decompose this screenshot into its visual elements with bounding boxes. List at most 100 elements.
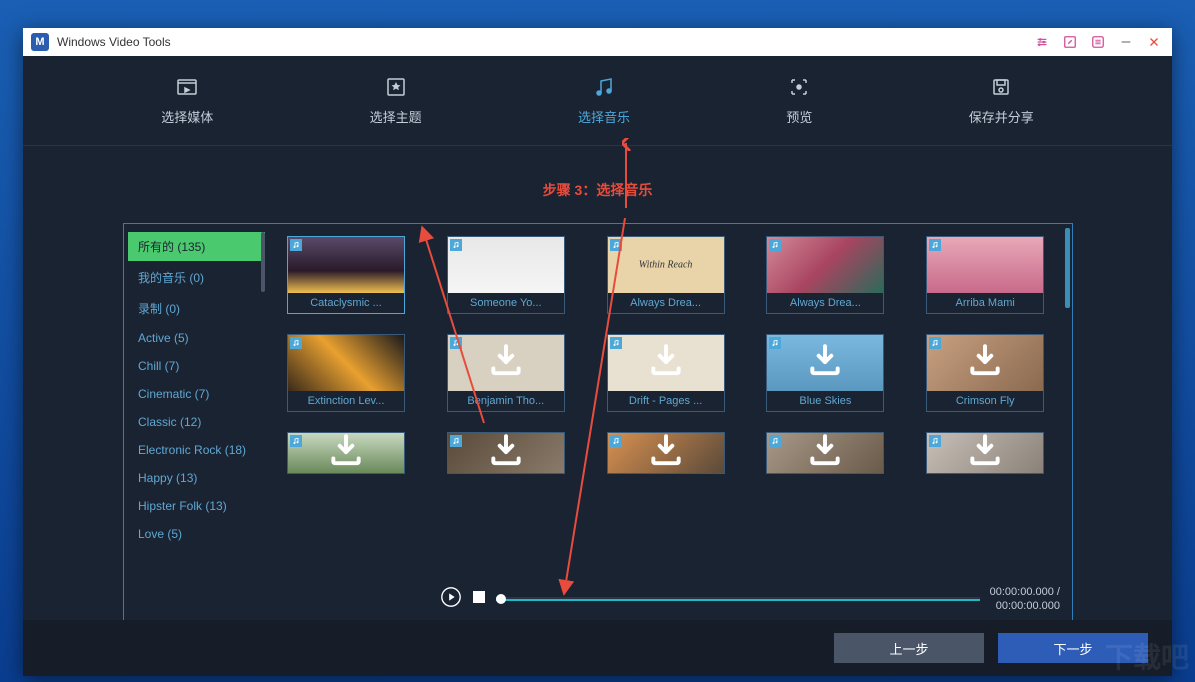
track-thumbnail [288, 433, 404, 473]
sidebar-item-3[interactable]: Active (5) [128, 325, 265, 351]
music-icon [592, 75, 616, 99]
track-card-3[interactable]: Always Drea... [766, 236, 884, 314]
music-badge-icon [290, 337, 302, 349]
track-thumbnail [767, 335, 883, 391]
download-icon [966, 432, 1004, 475]
track-thumbnail [448, 237, 564, 293]
download-icon [487, 342, 525, 385]
track-thumbnail [608, 433, 724, 473]
nav-save-share[interactable]: 保存并分享 [969, 75, 1034, 126]
sidebar-item-10[interactable]: Love (5) [128, 521, 265, 547]
step-annotation: 步骤 3：选择音乐 [543, 180, 653, 200]
media-icon [175, 75, 199, 99]
content-panel: 所有的 (135)我的音乐 (0)录制 (0)Active (5)Chill (… [123, 223, 1073, 623]
app-window: M Windows Video Tools 选择媒体 选择主题 选择音乐 预览 [23, 28, 1172, 676]
theme-icon [384, 75, 408, 99]
track-card-14[interactable] [926, 432, 1044, 474]
top-nav: 选择媒体 选择主题 选择音乐 预览 保存并分享 [23, 56, 1172, 146]
sidebar-item-4[interactable]: Chill (7) [128, 353, 265, 379]
track-label: Always Drea... [767, 293, 883, 313]
prev-button[interactable]: 上一步 [834, 633, 984, 663]
track-card-4[interactable]: Arriba Mami [926, 236, 1044, 314]
close-button[interactable] [1144, 32, 1164, 52]
download-icon [647, 432, 685, 475]
nav-label: 选择音乐 [578, 107, 630, 126]
track-thumbnail: Within Reach [608, 237, 724, 293]
music-badge-icon [450, 435, 462, 447]
sidebar-item-8[interactable]: Happy (13) [128, 465, 265, 491]
track-label: Cataclysmic ... [288, 293, 404, 313]
music-badge-icon [929, 239, 941, 251]
category-sidebar: 所有的 (135)我的音乐 (0)录制 (0)Active (5)Chill (… [124, 224, 269, 622]
minimize-button[interactable] [1116, 32, 1136, 52]
music-badge-icon [929, 435, 941, 447]
track-card-12[interactable] [607, 432, 725, 474]
titlebar: M Windows Video Tools [23, 28, 1172, 56]
sidebar-item-7[interactable]: Electronic Rock (18) [128, 437, 265, 463]
download-icon [647, 342, 685, 385]
track-card-5[interactable]: Extinction Lev... [287, 334, 405, 412]
nav-select-theme[interactable]: 选择主题 [370, 75, 422, 126]
track-card-11[interactable] [447, 432, 565, 474]
track-thumbnail [448, 433, 564, 473]
music-badge-icon [610, 435, 622, 447]
sidebar-item-6[interactable]: Classic (12) [128, 409, 265, 435]
footer: 上一步 下一步 [23, 620, 1172, 676]
download-icon [966, 342, 1004, 385]
nav-label: 预览 [786, 107, 812, 126]
track-card-9[interactable]: Crimson Fly [926, 334, 1044, 412]
download-icon [806, 432, 844, 475]
sidebar-item-2[interactable]: 录制 (0) [128, 294, 265, 323]
track-thumbnail [927, 237, 1043, 293]
track-label: Arriba Mami [927, 293, 1043, 313]
stop-button[interactable] [472, 590, 486, 609]
track-card-2[interactable]: Within ReachAlways Drea... [607, 236, 725, 314]
track-card-0[interactable]: Cataclysmic ... [287, 236, 405, 314]
sidebar-item-1[interactable]: 我的音乐 (0) [128, 263, 265, 292]
download-icon [487, 432, 525, 475]
nav-label: 选择媒体 [161, 107, 213, 126]
track-label: Always Drea... [608, 293, 724, 313]
track-thumbnail [288, 335, 404, 391]
music-badge-icon [290, 239, 302, 251]
music-badge-icon [610, 239, 622, 251]
music-badge-icon [929, 337, 941, 349]
music-badge-icon [769, 239, 781, 251]
sidebar-item-9[interactable]: Hipster Folk (13) [128, 493, 265, 519]
track-thumbnail [608, 335, 724, 391]
grid-scrollbar[interactable] [1065, 228, 1070, 308]
list-icon[interactable] [1088, 32, 1108, 52]
titlebar-right [1032, 32, 1164, 52]
sidebar-item-5[interactable]: Cinematic (7) [128, 381, 265, 407]
nav-select-music[interactable]: 选择音乐 [578, 75, 630, 126]
titlebar-left: M Windows Video Tools [31, 33, 171, 51]
track-thumbnail [927, 433, 1043, 473]
track-card-8[interactable]: Blue Skies [766, 334, 884, 412]
track-card-7[interactable]: Drift - Pages ... [607, 334, 725, 412]
music-badge-icon [769, 337, 781, 349]
time-display: 00:00:00.000 / 00:00:00.000 [990, 585, 1060, 614]
play-button[interactable] [440, 586, 462, 613]
settings-icon[interactable] [1032, 32, 1052, 52]
sidebar-item-0[interactable]: 所有的 (135) [128, 232, 265, 261]
audio-player: 00:00:00.000 / 00:00:00.000 [432, 576, 1068, 622]
track-card-1[interactable]: Someone Yo... [447, 236, 565, 314]
nav-select-media[interactable]: 选择媒体 [161, 75, 213, 126]
save-icon [989, 75, 1013, 99]
annotation-arrow-up [616, 138, 636, 218]
sidebar-scrollbar[interactable] [261, 232, 265, 292]
track-card-6[interactable]: Benjamin Tho... [447, 334, 565, 412]
progress-bar[interactable] [496, 597, 980, 601]
track-grid-area: Cataclysmic ... Someone Yo... Within Reach… [269, 224, 1072, 622]
next-button[interactable]: 下一步 [998, 633, 1148, 663]
nav-label: 选择主题 [370, 107, 422, 126]
app-title: Windows Video Tools [57, 35, 171, 49]
nav-preview[interactable]: 预览 [786, 75, 812, 126]
track-card-10[interactable] [287, 432, 405, 474]
track-label: Drift - Pages ... [608, 391, 724, 411]
track-card-13[interactable] [766, 432, 884, 474]
track-label: Benjamin Tho... [448, 391, 564, 411]
edit-icon[interactable] [1060, 32, 1080, 52]
track-label: Someone Yo... [448, 293, 564, 313]
progress-knob[interactable] [496, 594, 506, 604]
